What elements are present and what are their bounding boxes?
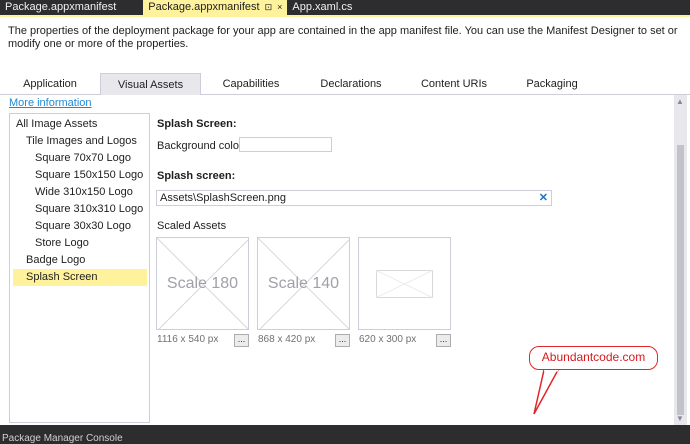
scale-140-tile[interactable]: Scale 140 xyxy=(257,237,350,330)
splash-screen-label: Splash screen: xyxy=(157,170,236,182)
doc-tab-underline xyxy=(0,15,690,17)
tile-scale-label: Scale 180 xyxy=(166,275,239,292)
tab-visual-assets[interactable]: Visual Assets xyxy=(100,73,201,95)
clear-icon[interactable]: ✕ xyxy=(539,191,548,205)
more-information-link[interactable]: More information xyxy=(9,97,92,109)
asset-nav-list: All Image Assets Tile Images and Logos S… xyxy=(9,113,150,423)
browse-button[interactable]: ... xyxy=(234,334,249,347)
section-heading: Splash Screen: xyxy=(157,118,237,130)
nav-item-tile-images[interactable]: Tile Images and Logos xyxy=(26,133,146,150)
tab-capabilities[interactable]: Capabilities xyxy=(201,73,301,95)
splash-screen-path-value: Assets\SplashScreen.png xyxy=(160,192,286,204)
doc-tab-label: Package.appxmanifest xyxy=(5,1,117,13)
background-color-label: Background color: xyxy=(157,140,246,152)
nav-item-square-150[interactable]: Square 150x150 Logo xyxy=(35,167,146,184)
nav-item-square-70[interactable]: Square 70x70 Logo xyxy=(35,150,146,167)
scale-100-tile[interactable] xyxy=(358,237,451,330)
doc-tab-app-xaml-cs[interactable]: App.xaml.cs xyxy=(287,0,357,15)
nav-item-store-logo[interactable]: Store Logo xyxy=(35,235,146,252)
document-tab-strip: Package.appxmanifest Package.appxmanifes… xyxy=(0,0,690,15)
nav-item-square-310[interactable]: Square 310x310 Logo xyxy=(35,201,146,218)
tile-size-label: 1116 x 540 px xyxy=(157,334,219,345)
nav-item-splash-screen[interactable]: Splash Screen xyxy=(13,269,147,286)
scroll-up-icon[interactable]: ▲ xyxy=(676,97,684,106)
browse-button[interactable]: ... xyxy=(436,334,451,347)
close-icon[interactable]: × xyxy=(277,3,282,12)
scale-180-tile[interactable]: Scale 180 xyxy=(156,237,249,330)
vertical-scrollbar[interactable]: ▲ ▼ xyxy=(674,95,687,425)
nav-item-square-30[interactable]: Square 30x30 Logo xyxy=(35,218,146,235)
image-placeholder-icon xyxy=(376,270,433,298)
doc-tab-label: Package.appxmanifest xyxy=(148,1,260,13)
browse-button[interactable]: ... xyxy=(335,334,350,347)
tile-size-label: 620 x 300 px xyxy=(359,334,417,345)
package-manager-console-tab[interactable]: Package Manager Console xyxy=(2,434,123,444)
scroll-down-icon[interactable]: ▼ xyxy=(676,414,684,423)
tab-content-uris[interactable]: Content URIs xyxy=(401,73,507,95)
callout-arrow-icon xyxy=(533,368,560,415)
doc-tab-package-manifest-1[interactable]: Package.appxmanifest xyxy=(0,0,121,15)
tile-size-label: 868 x 420 px xyxy=(258,334,316,345)
background-color-input[interactable] xyxy=(239,137,332,152)
tile-scale-label: Scale 140 xyxy=(267,275,340,292)
scrollbar-thumb[interactable] xyxy=(677,145,684,415)
watermark-callout: Abundantcode.com xyxy=(529,346,658,370)
pin-icon[interactable]: ⊡ xyxy=(265,3,273,12)
nav-item-badge-logo[interactable]: Badge Logo xyxy=(26,252,146,269)
doc-tab-package-manifest-active[interactable]: Package.appxmanifest ⊡ × xyxy=(143,0,288,15)
nav-item-wide-310[interactable]: Wide 310x150 Logo xyxy=(35,184,146,201)
tab-packaging[interactable]: Packaging xyxy=(507,73,597,95)
scaled-assets-label: Scaled Assets xyxy=(157,220,227,232)
manifest-description: The properties of the deployment package… xyxy=(8,25,678,50)
nav-item-all-image-assets[interactable]: All Image Assets xyxy=(16,116,146,133)
tab-application[interactable]: Application xyxy=(0,73,100,95)
splash-screen-path-input[interactable]: Assets\SplashScreen.png ✕ xyxy=(156,190,552,206)
doc-tab-label: App.xaml.cs xyxy=(292,1,353,13)
tab-declarations[interactable]: Declarations xyxy=(301,73,401,95)
designer-tabs: Application Visual Assets Capabilities D… xyxy=(0,73,690,95)
